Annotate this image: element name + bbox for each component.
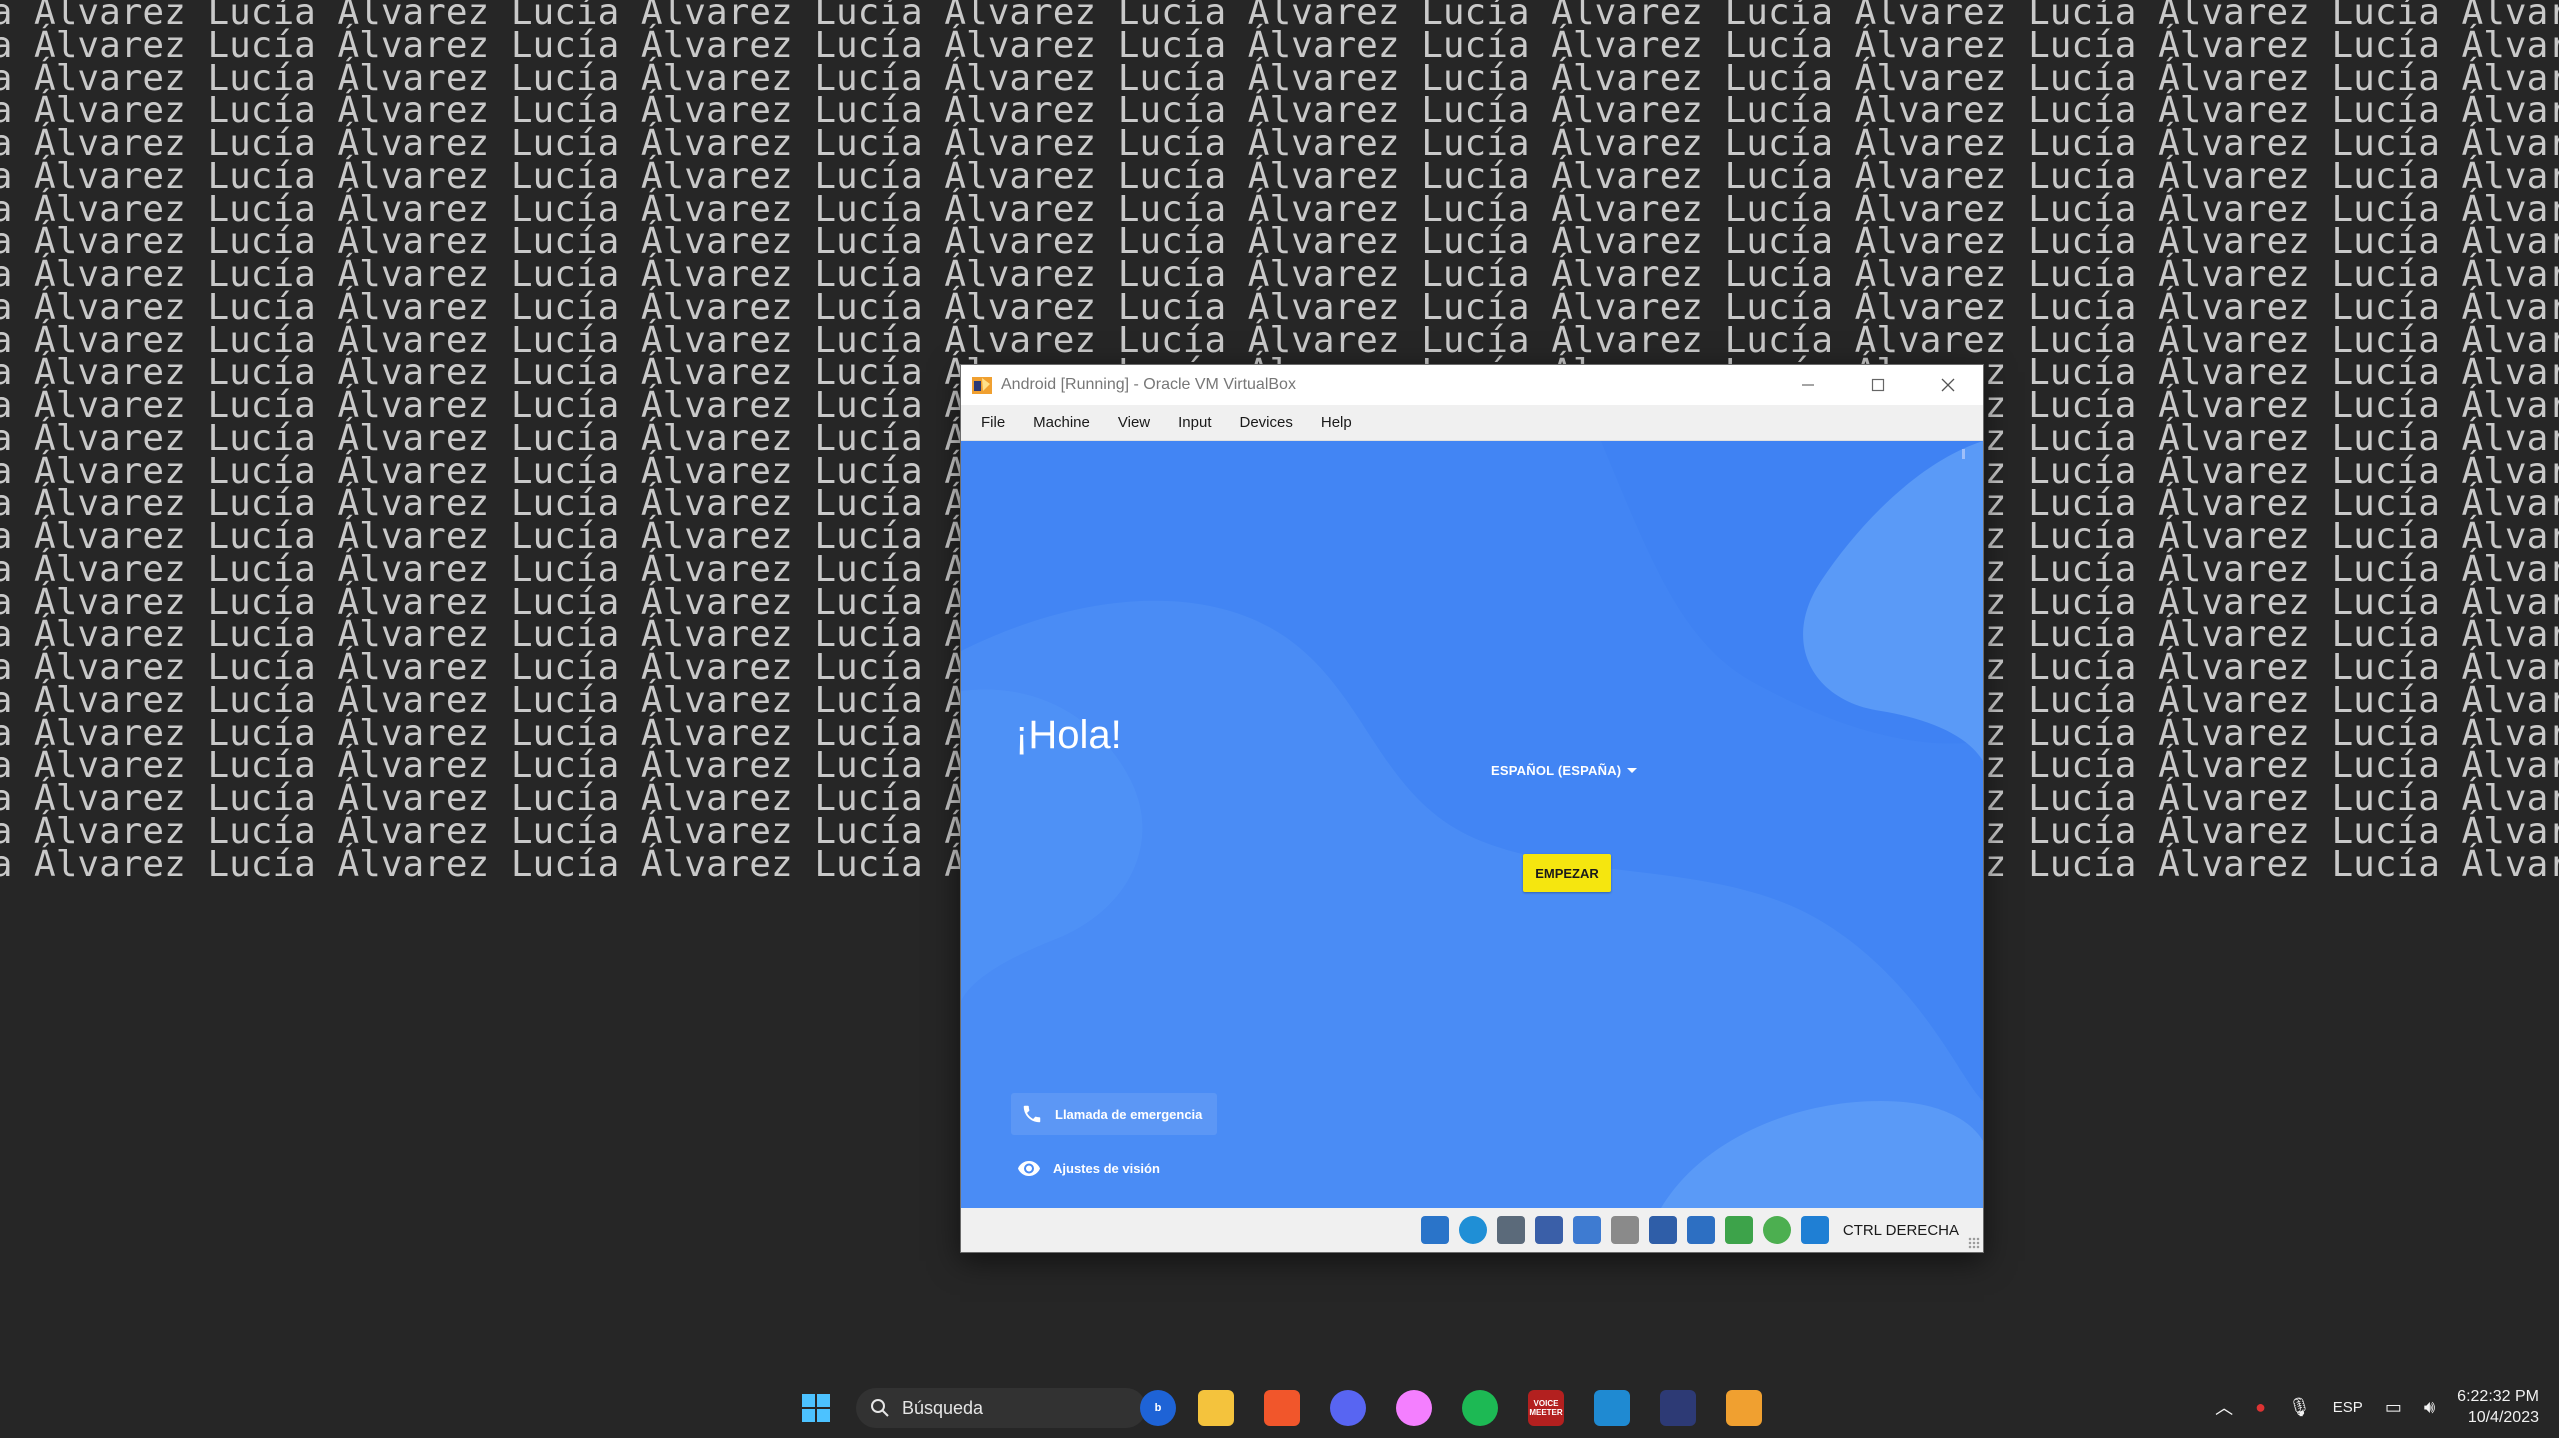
scroll-indicator (1962, 449, 1965, 459)
audio-icon[interactable] (1496, 1216, 1525, 1244)
recording-icon[interactable] (1724, 1216, 1753, 1244)
search-icon (870, 1398, 890, 1418)
discord-icon[interactable] (1330, 1390, 1366, 1426)
shared-folders-icon[interactable] (1610, 1216, 1639, 1244)
network-icon[interactable] (1534, 1216, 1563, 1244)
bing-icon[interactable]: b (1140, 1390, 1176, 1426)
search-placeholder: Búsqueda (902, 1397, 984, 1418)
optical-drive-icon[interactable] (1458, 1216, 1487, 1244)
wallpaper-first-name: Lucía (207, 843, 338, 885)
vscode-icon[interactable] (1594, 1390, 1630, 1426)
close-icon[interactable] (1913, 365, 1983, 405)
host-key-label: CTRL DERECHA (1842, 1221, 1959, 1239)
menu-help[interactable]: Help (1307, 405, 1366, 441)
menu-view[interactable]: View (1104, 405, 1164, 441)
maximize-icon[interactable] (1843, 365, 1913, 405)
emergency-call-button[interactable]: Llamada de emergencia (1011, 1093, 1217, 1135)
menu-file[interactable]: File (961, 405, 1019, 441)
chevron-down-icon (1627, 768, 1638, 773)
wallpaper-first-name: Lucía (2331, 843, 2462, 885)
tray-app-icon[interactable]: ● (2255, 1397, 2266, 1418)
spotify-icon[interactable] (1462, 1390, 1498, 1426)
taskbar: Búsqueda b VOICE MEETER ︿ ● 🎙︎ ESP ▭ 🔊︎ … (0, 1376, 2559, 1438)
wallpaper-first-name: Lucía (2028, 843, 2159, 885)
menu-devices[interactable]: Devices (1226, 405, 1307, 441)
minimize-icon[interactable] (1773, 365, 1843, 405)
mouse-integration-icon[interactable] (1800, 1216, 1829, 1244)
discord-pink-icon[interactable] (1396, 1390, 1432, 1426)
virtualbox-vm-icon[interactable] (1726, 1390, 1762, 1426)
cpu-execution-icon[interactable] (1762, 1216, 1791, 1244)
usb-icon[interactable] (1572, 1216, 1601, 1244)
wallpaper-last-name: Álvarez (34, 843, 208, 885)
wallpaper-first-name: Lucía (510, 843, 641, 885)
window-title: Android [Running] - Oracle VM VirtualBox (1001, 376, 1296, 393)
vision-settings-label: Ajustes de visión (1053, 1160, 1160, 1176)
title-bar[interactable]: Android [Running] - Oracle VM VirtualBox (961, 365, 1983, 405)
resize-grip[interactable] (1968, 1237, 1980, 1249)
system-tray: ︿ ● 🎙︎ ESP ▭ 🔊︎ 6:22:32 PM 10/4/2023 (2215, 1376, 2559, 1438)
phone-icon (1021, 1103, 1043, 1125)
virtualbox-icon[interactable] (1660, 1390, 1696, 1426)
language-dropdown[interactable]: ESPAÑOL (ESPAÑA) (1491, 763, 1638, 778)
wallpaper-last-name: Álvarez (640, 843, 815, 885)
microphone-icon[interactable]: 🎙︎ (2288, 1397, 2311, 1418)
language-label: ESPAÑOL (ESPAÑA) (1491, 763, 1622, 778)
volume-icon[interactable]: 🔊︎ (2424, 1397, 2435, 1418)
windows-start-icon[interactable] (798, 1390, 834, 1426)
taskbar-search[interactable]: Búsqueda (856, 1388, 1146, 1428)
chevron-up-icon[interactable]: ︿ (2215, 1394, 2233, 1420)
greeting-title: ¡Hola! (1015, 713, 1122, 757)
menu-bar: File Machine View Input Devices Help (961, 405, 1983, 441)
network-status-icon[interactable]: ▭ (2385, 1397, 2402, 1418)
vision-settings-button[interactable]: Ajustes de visión (1017, 1153, 1160, 1183)
wallpaper-first-name: Lucía (814, 843, 945, 885)
status-bar: CTRL DERECHA (961, 1208, 1983, 1252)
start-button[interactable]: EMPEZAR (1523, 854, 1611, 892)
wallpaper-last-name: Álvarez (2158, 843, 2332, 885)
wallpaper-first-name: Lucía (0, 843, 13, 885)
display-icon[interactable] (1648, 1216, 1677, 1244)
virtualbox-app-icon (971, 374, 993, 396)
voicemeeter-icon[interactable]: VOICE MEETER (1528, 1390, 1564, 1426)
android-screen[interactable]: ¡Hola! ESPAÑOL (ESPAÑA) EMPEZAR Llamada … (961, 441, 1983, 1208)
clock-date: 10/4/2023 (2467, 1409, 2539, 1426)
video-capture-icon[interactable] (1686, 1216, 1715, 1244)
file-explorer-icon[interactable] (1198, 1390, 1234, 1426)
menu-machine[interactable]: Machine (1019, 405, 1104, 441)
clock-time: 6:22:32 PM (2457, 1388, 2539, 1405)
eye-icon (1017, 1156, 1041, 1180)
emergency-call-label: Llamada de emergencia (1055, 1106, 1203, 1122)
clock[interactable]: 6:22:32 PM 10/4/2023 (2457, 1386, 2539, 1428)
wallpaper-last-name: Álvarez (337, 843, 511, 885)
menu-input[interactable]: Input (1164, 405, 1225, 441)
virtualbox-window[interactable]: Android [Running] - Oracle VM VirtualBox… (960, 364, 1984, 1253)
input-language[interactable]: ESP (2333, 1399, 2363, 1416)
wallpaper-last-name: Álvarez (2461, 843, 2559, 885)
brave-icon[interactable] (1264, 1390, 1300, 1426)
hard-disk-icon[interactable] (1420, 1216, 1449, 1244)
